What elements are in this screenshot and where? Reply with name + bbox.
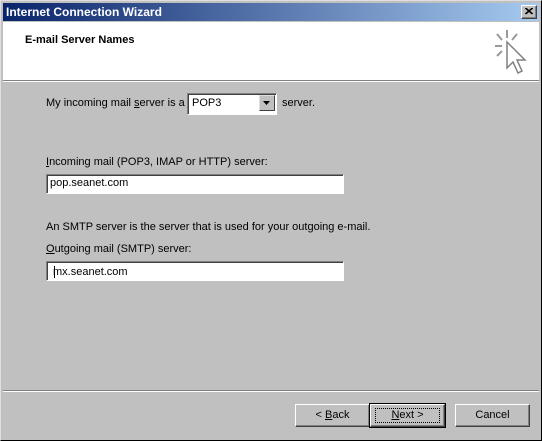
back-button[interactable]: < Back — [295, 404, 370, 427]
wizard-header: E-mail Server Names — [3, 22, 539, 80]
header-divider-highlight — [3, 81, 539, 82]
incoming-server-value: pop.seanet.com — [50, 177, 129, 189]
close-button[interactable] — [521, 5, 537, 19]
smtp-info-text: An SMTP server is the server that is use… — [46, 221, 371, 233]
outgoing-server-input[interactable]: mx.seanet.com — [46, 261, 344, 281]
next-button[interactable]: Next > — [369, 403, 446, 428]
incoming-mail-label: Incoming mail (POP3, IMAP or HTTP) serve… — [46, 156, 268, 168]
footer-divider-highlight — [3, 391, 539, 392]
title-bar[interactable]: Internet Connection Wizard — [3, 3, 539, 21]
outgoing-mail-label: Outgoing mail (SMTP) server: — [46, 243, 192, 255]
incoming-server-type-label: My incoming mail server is a — [46, 97, 185, 109]
cancel-button[interactable]: Cancel — [455, 404, 530, 427]
server-suffix-label: server. — [282, 97, 316, 109]
dropdown-arrow-icon — [263, 101, 270, 105]
server-type-select[interactable]: POP3 — [187, 93, 277, 115]
server-type-value: POP3 — [192, 97, 222, 109]
wizard-window: Internet Connection Wizard E-mail Server… — [0, 0, 542, 441]
page-title: E-mail Server Names — [25, 34, 135, 46]
dropdown-button[interactable] — [259, 95, 275, 111]
incoming-server-input[interactable]: pop.seanet.com — [46, 174, 344, 194]
close-icon — [525, 8, 533, 15]
wizard-cursor-icon — [495, 30, 527, 75]
window-title: Internet Connection Wizard — [6, 5, 162, 19]
focus-rect — [375, 408, 440, 423]
text-caret — [54, 266, 55, 278]
